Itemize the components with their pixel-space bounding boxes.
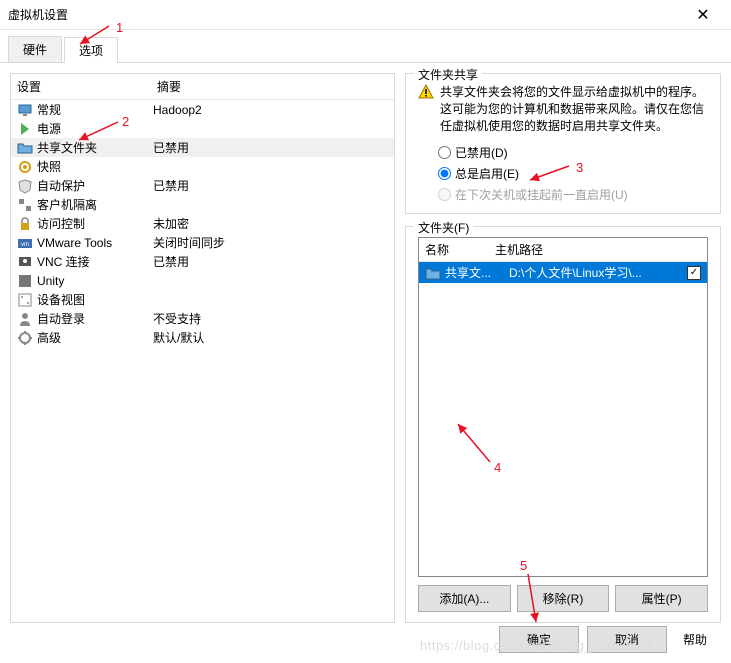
vmware-icon: vm xyxy=(17,235,33,251)
dialog-footer: 确定 取消 帮助 xyxy=(499,626,715,653)
list-row-summary: 不受支持 xyxy=(153,310,388,327)
content-area: 设置 摘要 常规Hadoop2电源共享文件夹已禁用快照自动保护已禁用客户机隔离访… xyxy=(0,63,731,633)
annotation-label-5: 5 xyxy=(520,558,527,573)
list-row-name: 设备视图 xyxy=(37,291,85,308)
titlebar: 虚拟机设置 ✕ xyxy=(0,0,731,30)
folder-row-selected[interactable]: 共享文... D:\个人文件\Linux学习\... ✓ xyxy=(419,262,707,283)
radio-next-input xyxy=(438,188,451,201)
annotation-label-2: 2 xyxy=(122,114,129,129)
add-button[interactable]: 添加(A)... xyxy=(418,585,511,612)
radio-next-label: 在下次关机或挂起前一直启用(U) xyxy=(455,186,628,203)
folder-row-name: 共享文... xyxy=(445,264,509,281)
remove-button[interactable]: 移除(R) xyxy=(517,585,610,612)
list-row-vnc[interactable]: VNC 连接 已禁用 xyxy=(11,252,394,271)
list-row-name: 电源 xyxy=(37,120,61,137)
list-row-name: 自动登录 xyxy=(37,310,85,327)
folder-list[interactable]: 名称 主机路径 共享文... D:\个人文件\Linux学习\... ✓ xyxy=(418,237,708,577)
device-icon xyxy=(17,292,33,308)
sharing-group-title: 文件夹共享 xyxy=(414,66,482,83)
sharing-group: 文件夹共享 共享文件夹会将您的文件显示给虚拟机中的程序。这可能为您的计算机和数据… xyxy=(405,73,721,214)
advanced-icon xyxy=(17,330,33,346)
radio-disabled[interactable]: 已禁用(D) xyxy=(438,144,708,161)
help-link[interactable]: 帮助 xyxy=(675,627,715,652)
list-row-summary: 已禁用 xyxy=(153,253,388,270)
list-row-name: 快照 xyxy=(37,158,61,175)
list-row-power[interactable]: 电源 xyxy=(11,119,394,138)
list-row-name: 常规 xyxy=(37,101,61,118)
settings-list-header: 设置 摘要 xyxy=(11,74,394,100)
list-row-summary: Hadoop2 xyxy=(153,103,388,117)
tab-hardware[interactable]: 硬件 xyxy=(8,36,62,62)
folder-list-header: 名称 主机路径 xyxy=(419,238,707,262)
radio-disabled-input[interactable] xyxy=(438,146,451,159)
list-row-summary: 默认/默认 xyxy=(153,329,388,346)
annotation-label-1: 1 xyxy=(116,20,123,35)
list-row-isolation[interactable]: 客户机隔离 xyxy=(11,195,394,214)
snapshot-icon xyxy=(17,159,33,175)
ok-button[interactable]: 确定 xyxy=(499,626,579,653)
radio-always-label: 总是启用(E) xyxy=(455,165,519,182)
list-row-name: VMware Tools xyxy=(37,236,112,250)
sharing-radio-group: 已禁用(D) 总是启用(E) 在下次关机或挂起前一直启用(U) xyxy=(418,144,708,203)
list-row-name: 高级 xyxy=(37,329,61,346)
monitor-icon xyxy=(17,102,33,118)
right-panel: 文件夹共享 共享文件夹会将您的文件显示给虚拟机中的程序。这可能为您的计算机和数据… xyxy=(405,73,721,623)
list-row-monitor[interactable]: 常规 Hadoop2 xyxy=(11,100,394,119)
list-row-advanced[interactable]: 高级 默认/默认 xyxy=(11,328,394,347)
list-row-name: 客户机隔离 xyxy=(37,196,97,213)
list-row-login[interactable]: 自动登录 不受支持 xyxy=(11,309,394,328)
radio-always-input[interactable] xyxy=(438,167,451,180)
folder-buttons: 添加(A)... 移除(R) 属性(P) xyxy=(418,585,708,612)
warning-icon xyxy=(418,84,434,100)
svg-text:vm: vm xyxy=(21,242,29,248)
settings-list-body: 常规Hadoop2电源共享文件夹已禁用快照自动保护已禁用客户机隔离访问控制未加密… xyxy=(11,100,394,622)
folders-group: 文件夹(F) 名称 主机路径 共享文... D:\个人文件\Linux学习\..… xyxy=(405,226,721,623)
folders-group-title: 文件夹(F) xyxy=(414,219,473,236)
list-row-device[interactable]: 设备视图 xyxy=(11,290,394,309)
properties-button[interactable]: 属性(P) xyxy=(615,585,708,612)
list-row-name: Unity xyxy=(37,274,64,288)
folder-icon xyxy=(425,266,441,280)
list-row-name: 共享文件夹 xyxy=(37,139,97,156)
folder-share-icon xyxy=(17,140,33,156)
warning-text: 共享文件夹会将您的文件显示给虚拟机中的程序。这可能为您的计算机和数据带来风险。请… xyxy=(440,84,708,134)
list-row-unity[interactable]: Unity xyxy=(11,271,394,290)
close-icon[interactable]: ✕ xyxy=(683,0,723,30)
list-row-summary: 未加密 xyxy=(153,215,388,232)
window-title: 虚拟机设置 xyxy=(8,6,683,23)
isolation-icon xyxy=(17,197,33,213)
unity-icon xyxy=(17,273,33,289)
list-row-name: VNC 连接 xyxy=(37,253,90,270)
list-row-lock[interactable]: 访问控制 未加密 xyxy=(11,214,394,233)
power-icon xyxy=(17,121,33,137)
annotation-label-4: 4 xyxy=(494,460,501,475)
list-row-summary: 关闭时间同步 xyxy=(153,234,388,251)
list-row-name: 访问控制 xyxy=(37,215,85,232)
folder-row-checkbox[interactable]: ✓ xyxy=(687,266,701,280)
folder-col-name: 名称 xyxy=(425,241,495,258)
tab-options[interactable]: 选项 xyxy=(64,37,118,63)
list-row-folder-share[interactable]: 共享文件夹 已禁用 xyxy=(11,138,394,157)
tab-strip: 硬件 选项 xyxy=(0,30,731,63)
folder-row-path: D:\个人文件\Linux学习\... xyxy=(509,264,687,281)
settings-list: 设置 摘要 常规Hadoop2电源共享文件夹已禁用快照自动保护已禁用客户机隔离访… xyxy=(10,73,395,623)
lock-icon xyxy=(17,216,33,232)
radio-next: 在下次关机或挂起前一直启用(U) xyxy=(438,186,708,203)
radio-disabled-label: 已禁用(D) xyxy=(455,144,508,161)
col-setting-header: 设置 xyxy=(17,78,157,95)
list-row-shield[interactable]: 自动保护 已禁用 xyxy=(11,176,394,195)
login-icon xyxy=(17,311,33,327)
cancel-button[interactable]: 取消 xyxy=(587,626,667,653)
list-row-summary: 已禁用 xyxy=(153,177,388,194)
annotation-label-3: 3 xyxy=(576,160,583,175)
list-row-summary: 已禁用 xyxy=(153,139,388,156)
shield-icon xyxy=(17,178,33,194)
list-row-snapshot[interactable]: 快照 xyxy=(11,157,394,176)
folder-col-path: 主机路径 xyxy=(495,241,701,258)
list-row-vmware[interactable]: vm VMware Tools 关闭时间同步 xyxy=(11,233,394,252)
col-summary-header: 摘要 xyxy=(157,78,388,95)
list-row-name: 自动保护 xyxy=(37,177,85,194)
vnc-icon xyxy=(17,254,33,270)
radio-always[interactable]: 总是启用(E) xyxy=(438,165,708,182)
